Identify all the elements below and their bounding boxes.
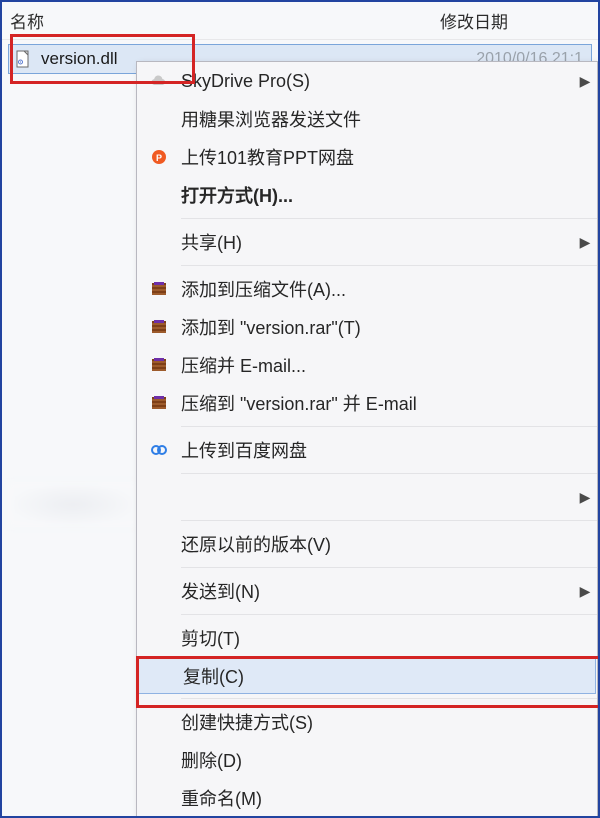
menu-candy-browser-send[interactable]: 用糖果浏览器发送文件 — [137, 100, 597, 138]
menu-skydrive-pro[interactable]: SkyDrive Pro(S) ▶ — [137, 62, 597, 100]
menu-hidden-submenu[interactable]: ▶ — [137, 478, 597, 516]
menu-create-shortcut[interactable]: 创建快捷方式(S) — [137, 703, 597, 741]
menu-label: 用糖果浏览器发送文件 — [181, 106, 597, 132]
menu-upload-101ppt[interactable]: P 上传101教育PPT网盘 — [137, 138, 597, 176]
submenu-arrow-icon: ▶ — [573, 583, 597, 600]
separator — [181, 426, 597, 427]
column-headers: 名称 修改日期 — [2, 2, 598, 40]
baidu-cloud-icon — [137, 440, 181, 460]
menu-copy[interactable]: 复制(C) — [138, 658, 596, 694]
column-date[interactable]: 修改日期 — [440, 8, 508, 33]
window-frame: 名称 修改日期 version.dll 2010/0/16 21:1 SkyDr… — [0, 0, 600, 818]
menu-open-with[interactable]: 打开方式(H)... — [137, 176, 597, 214]
background-smudge — [8, 482, 138, 527]
file-name: version.dll — [41, 49, 118, 69]
menu-baidu-upload[interactable]: 上传到百度网盘 — [137, 431, 597, 469]
menu-label: 添加到 "version.rar"(T) — [181, 314, 597, 340]
separator — [181, 614, 597, 615]
menu-label: 上传101教育PPT网盘 — [181, 144, 597, 170]
winrar-icon — [137, 317, 181, 337]
menu-share[interactable]: 共享(H) ▶ — [137, 223, 597, 261]
menu-label: 剪切(T) — [181, 625, 597, 651]
menu-label: 重命名(M) — [181, 785, 597, 811]
menu-label: 共享(H) — [181, 229, 573, 255]
menu-winrar-email-name[interactable]: 压缩到 "version.rar" 并 E-mail — [137, 384, 597, 422]
menu-label: 创建快捷方式(S) — [181, 709, 597, 735]
menu-label: 添加到压缩文件(A)... — [181, 276, 597, 302]
separator — [181, 520, 597, 521]
menu-winrar-email[interactable]: 压缩并 E-mail... — [137, 346, 597, 384]
menu-label: 打开方式(H)... — [181, 182, 597, 208]
menu-winrar-add-name[interactable]: 添加到 "version.rar"(T) — [137, 308, 597, 346]
menu-cut[interactable]: 剪切(T) — [137, 619, 597, 657]
menu-rename[interactable]: 重命名(M) — [137, 779, 597, 817]
svg-text:P: P — [156, 153, 162, 163]
menu-label: 压缩到 "version.rar" 并 E-mail — [181, 390, 597, 416]
menu-restore-versions[interactable]: 还原以前的版本(V) — [137, 525, 597, 563]
ppt-icon: P — [137, 147, 181, 167]
menu-label: SkyDrive Pro(S) — [181, 71, 573, 92]
dll-file-icon — [13, 48, 35, 70]
winrar-icon — [137, 355, 181, 375]
menu-send-to[interactable]: 发送到(N) ▶ — [137, 572, 597, 610]
separator — [181, 265, 597, 266]
submenu-arrow-icon: ▶ — [573, 234, 597, 251]
winrar-icon — [137, 393, 181, 413]
menu-delete[interactable]: 删除(D) — [137, 741, 597, 779]
separator — [181, 473, 597, 474]
context-menu: SkyDrive Pro(S) ▶ 用糖果浏览器发送文件 P 上传101教育PP… — [136, 61, 598, 818]
menu-label: 发送到(N) — [181, 578, 573, 604]
separator — [181, 698, 597, 699]
submenu-arrow-icon: ▶ — [573, 489, 597, 506]
cloud-icon — [137, 71, 181, 91]
menu-label: 复制(C) — [183, 663, 595, 689]
menu-label: 删除(D) — [181, 747, 597, 773]
separator — [181, 218, 597, 219]
submenu-arrow-icon: ▶ — [573, 73, 597, 90]
menu-label: 还原以前的版本(V) — [181, 531, 597, 557]
menu-label: 压缩并 E-mail... — [181, 352, 597, 378]
separator — [181, 567, 597, 568]
menu-label: 上传到百度网盘 — [181, 437, 597, 463]
menu-winrar-add[interactable]: 添加到压缩文件(A)... — [137, 270, 597, 308]
column-name[interactable]: 名称 — [10, 8, 440, 33]
winrar-icon — [137, 279, 181, 299]
